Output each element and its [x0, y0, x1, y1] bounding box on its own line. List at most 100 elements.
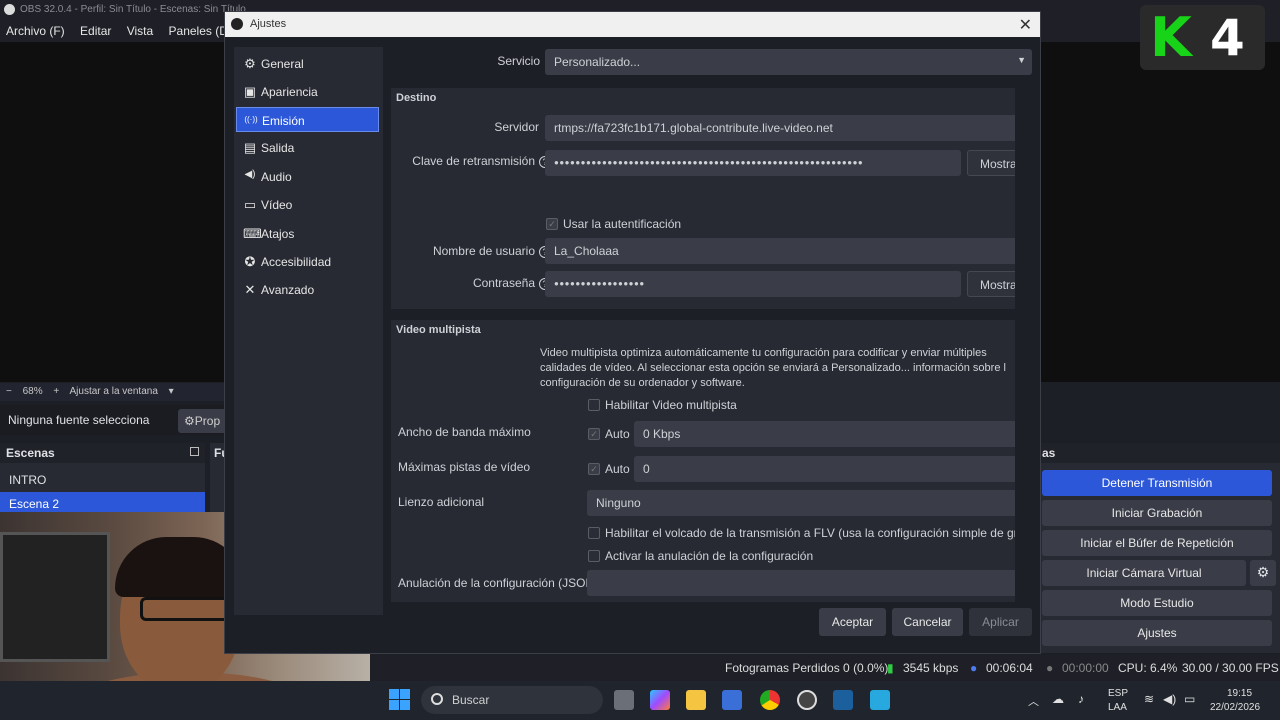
battery-icon[interactable]: ▭ — [1184, 692, 1195, 706]
nav-stream[interactable]: ((·)) Emisión — [236, 107, 379, 132]
username-input[interactable]: La_Cholaaa — [545, 238, 1015, 264]
studio-mode-button[interactable]: Modo Estudio — [1042, 590, 1272, 616]
language-code[interactable]: ESP — [1108, 688, 1128, 699]
volume-icon[interactable]: ◀) — [1163, 692, 1176, 706]
extra-canvas-select[interactable]: Ninguno — [587, 490, 1015, 516]
cpu-usage: CPU: 6.4% — [1118, 661, 1178, 675]
controls-header: as — [1040, 443, 1280, 463]
use-auth-checkbox[interactable]: ✓ — [546, 218, 558, 230]
nav-general[interactable]: ⚙ General — [236, 51, 379, 76]
nav-label: Accesibilidad — [261, 255, 332, 269]
nav-audio[interactable]: ◀) Audio — [236, 164, 379, 189]
override-json-input[interactable] — [587, 570, 1015, 596]
bandwidth-auto-checkbox[interactable]: ✓ — [588, 428, 600, 440]
app-icon[interactable] — [870, 690, 890, 710]
enable-multitrack-label: Habilitar Video multipista — [605, 398, 737, 412]
start-replay-buffer-button[interactable]: Iniciar el Búfer de Repetición — [1042, 530, 1272, 556]
ok-button[interactable]: Aceptar — [819, 608, 886, 636]
wifi-icon[interactable]: ≋ — [1144, 692, 1154, 706]
menu-view[interactable]: Vista — [121, 20, 159, 42]
override-checkbox[interactable] — [588, 550, 600, 562]
password-input[interactable]: ●●●●●●●●●●●●●●●●● — [545, 271, 961, 297]
multitrack-description: Video multipista optimiza automáticament… — [540, 347, 1006, 389]
destination-title: Destino — [396, 92, 437, 104]
menu-edit[interactable]: Editar — [74, 20, 117, 42]
undock-icon[interactable] — [190, 447, 199, 456]
nav-hotkeys[interactable]: ⌨ Atajos — [236, 221, 379, 246]
fit-window-label[interactable]: Ajustar a la ventana — [70, 386, 158, 397]
video-icon: ▭ — [243, 197, 257, 212]
clock-time[interactable]: 19:15 — [1227, 688, 1252, 699]
max-bandwidth-input[interactable]: 0 Kbps — [634, 421, 1015, 447]
enable-multitrack-checkbox[interactable] — [588, 399, 600, 411]
destination-group: Destino Servidor rtmps://fa723fc1b171.gl… — [391, 88, 1015, 309]
clock-date[interactable]: 22/02/2026 — [1210, 702, 1260, 713]
windows-start-icon[interactable] — [388, 688, 412, 712]
show-stream-key-button[interactable]: Mostra — [967, 150, 1015, 176]
zoom-bar: − 68% + Ajustar a la ventana ▾ — [0, 383, 225, 401]
scrollbar[interactable] — [1017, 87, 1029, 607]
dropped-frames: Fotogramas Perdidos 0 (0.0%) — [725, 661, 889, 675]
nav-advanced[interactable]: ✕ Avanzado — [236, 277, 379, 302]
appearance-icon: ▣ — [243, 84, 257, 99]
start-virtual-camera-button[interactable]: Iniciar Cámara Virtual — [1042, 560, 1246, 586]
nav-label: Audio — [261, 170, 292, 184]
show-password-button[interactable]: Mostra — [967, 271, 1015, 297]
tracks-auto-checkbox[interactable]: ✓ — [588, 463, 600, 475]
task-view-icon[interactable] — [614, 690, 634, 710]
max-tracks-input[interactable]: 0 — [634, 456, 1015, 482]
close-icon[interactable]: ✕ — [1019, 15, 1032, 35]
steam-icon[interactable] — [833, 690, 853, 710]
accessibility-icon: ✪ — [244, 254, 256, 269]
webcam-background-door — [0, 532, 110, 662]
apply-button[interactable]: Aplicar — [969, 608, 1032, 636]
webcam-person-glasses — [140, 597, 230, 621]
nav-accessibility[interactable]: ✪ Accesibilidad — [236, 249, 379, 274]
nav-label: Apariencia — [261, 85, 318, 99]
chevron-down-icon: ▼ — [1017, 55, 1026, 65]
nav-output[interactable]: ▤ Salida — [236, 135, 379, 160]
server-input[interactable]: rtmps://fa723fc1b171.global-contribute.l… — [545, 115, 1015, 141]
obs-window-title: OBS 32.0.4 - Perfil: Sin Título - Escena… — [20, 4, 246, 15]
zoom-in-button[interactable]: + — [53, 386, 59, 397]
chevron-up-icon[interactable]: ︿ — [1028, 693, 1039, 709]
virtual-camera-settings-gear-icon[interactable]: ⚙ — [1250, 560, 1276, 586]
copilot-icon[interactable] — [650, 690, 670, 710]
gear-icon: ⚙ — [244, 56, 256, 71]
stream-key-input[interactable]: ●●●●●●●●●●●●●●●●●●●●●●●●●●●●●●●●●●●●●●●●… — [545, 150, 961, 176]
scene-item[interactable]: INTRO — [0, 468, 205, 492]
properties-label: Prop — [194, 414, 221, 428]
properties-button[interactable]: ⚙Prop — [178, 409, 228, 433]
settings-button[interactable]: Ajustes — [1042, 620, 1272, 646]
username-label: Nombre de usuario? — [401, 244, 551, 258]
stream-icon: ● — [970, 661, 978, 675]
taskbar-search[interactable]: Buscar — [421, 686, 603, 714]
stop-stream-button[interactable]: Detener Transmisión — [1042, 470, 1272, 496]
cloud-icon[interactable]: ☁ — [1052, 692, 1064, 706]
service-select[interactable]: Personalizado... ▼ — [545, 49, 1032, 75]
keyboard-layout[interactable]: LAA — [1108, 702, 1127, 713]
menu-file[interactable]: Archivo (F) — [0, 20, 71, 42]
flv-dump-checkbox[interactable] — [588, 527, 600, 539]
auto-label: Auto — [605, 462, 630, 476]
nav-video[interactable]: ▭ Vídeo — [236, 192, 379, 217]
nav-label: Salida — [261, 141, 295, 155]
store-icon[interactable] — [722, 690, 742, 710]
obs-logo-icon — [4, 4, 15, 15]
chevron-down-icon[interactable]: ▾ — [169, 386, 174, 397]
nav-appearance[interactable]: ▣ Apariencia — [236, 79, 379, 104]
file-explorer-icon[interactable] — [686, 690, 706, 710]
zoom-out-button[interactable]: − — [6, 386, 12, 397]
obs-taskbar-icon[interactable] — [797, 690, 817, 710]
search-icon — [431, 693, 443, 705]
server-label: Servidor — [494, 120, 539, 134]
audio-icon: ◀) — [244, 169, 256, 180]
cancel-button[interactable]: Cancelar — [892, 608, 963, 636]
fps: 30.00 / 30.00 FPS — [1182, 661, 1279, 675]
extra-canvas-label: Lienzo adicional — [398, 495, 485, 509]
start-recording-button[interactable]: Iniciar Grabación — [1042, 500, 1272, 526]
chrome-icon[interactable] — [760, 690, 780, 710]
scenes-title: Escenas — [6, 446, 55, 460]
obs-logo-icon — [231, 18, 243, 30]
microphone-icon[interactable]: ♪ — [1078, 692, 1084, 706]
